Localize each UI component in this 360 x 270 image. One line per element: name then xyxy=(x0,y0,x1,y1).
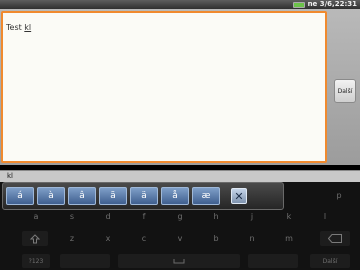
key-f[interactable]: f xyxy=(133,209,155,223)
key-b[interactable]: b xyxy=(205,231,227,245)
keyboard-next-key[interactable]: Další xyxy=(310,254,350,268)
accent-key-ae[interactable]: æ xyxy=(192,187,220,205)
accent-popup: á à â ã ä å æ ✕ xyxy=(2,182,284,210)
key-j[interactable]: j xyxy=(241,209,263,223)
key-p[interactable]: p xyxy=(328,188,350,202)
key-x[interactable]: x xyxy=(97,231,119,245)
status-bar: ne 3/6,22:31 xyxy=(0,0,360,9)
editor-committed-text: Test xyxy=(6,23,25,32)
key-m[interactable]: m xyxy=(278,231,300,245)
app-area: Test kl Další xyxy=(0,9,360,165)
accent-key-a-diaeresis[interactable]: ä xyxy=(130,187,158,205)
symbols-key[interactable]: ?123 xyxy=(22,254,50,268)
key-c[interactable]: c xyxy=(133,231,155,245)
editor-composing-text: kl xyxy=(24,23,32,32)
suggestion-word[interactable]: kl xyxy=(7,172,13,180)
key-row4-right[interactable] xyxy=(248,254,298,268)
key-l[interactable]: l xyxy=(314,209,336,223)
backspace-key[interactable] xyxy=(320,231,350,246)
battery-icon xyxy=(292,1,305,8)
key-h[interactable]: h xyxy=(205,209,227,223)
accent-key-a-grave[interactable]: à xyxy=(37,187,65,205)
key-d[interactable]: d xyxy=(97,209,119,223)
key-v[interactable]: v xyxy=(169,231,191,245)
editor-text: Test kl xyxy=(6,23,31,32)
space-bar-icon xyxy=(173,259,185,264)
close-icon[interactable]: ✕ xyxy=(231,188,247,204)
accent-key-a-tilde[interactable]: ã xyxy=(99,187,127,205)
shift-key[interactable] xyxy=(22,231,48,246)
text-editor-field[interactable]: Test kl xyxy=(1,11,327,163)
accent-key-a-circumflex[interactable]: â xyxy=(68,187,96,205)
backspace-icon xyxy=(328,234,342,243)
key-a[interactable]: a xyxy=(25,209,47,223)
key-k[interactable]: k xyxy=(278,209,300,223)
key-row4-left[interactable] xyxy=(60,254,110,268)
key-z[interactable]: z xyxy=(61,231,83,245)
key-g[interactable]: g xyxy=(169,209,191,223)
next-button[interactable]: Další xyxy=(334,79,356,103)
key-s[interactable]: s xyxy=(61,209,83,223)
accent-key-a-ring[interactable]: å xyxy=(161,187,189,205)
shift-arrow-icon xyxy=(30,233,40,243)
status-clock: ne 3/6,22:31 xyxy=(307,0,357,8)
accent-key-a-acute[interactable]: á xyxy=(6,187,34,205)
key-n[interactable]: n xyxy=(241,231,263,245)
suggestion-strip: kl xyxy=(0,170,360,182)
space-key[interactable] xyxy=(118,254,240,268)
